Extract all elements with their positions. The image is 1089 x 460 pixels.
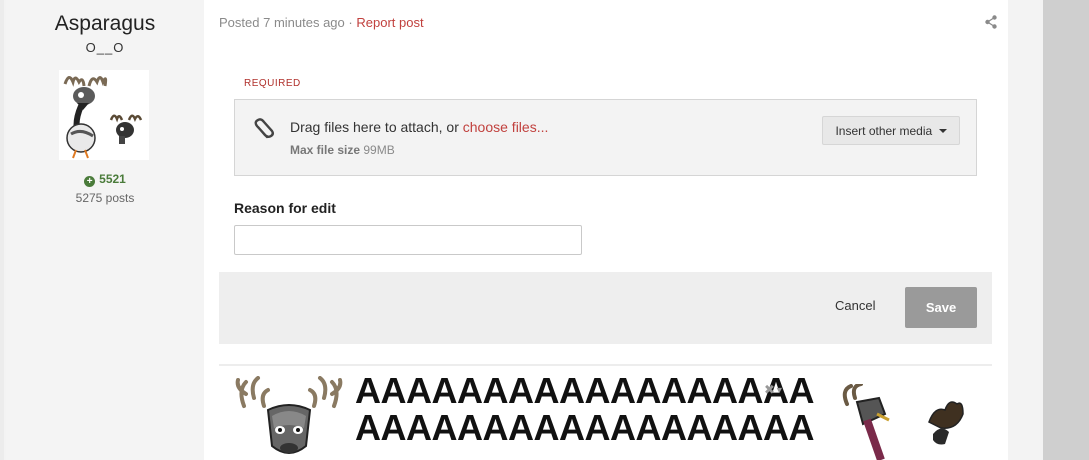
post-meta: Posted 7 minutes ago · Report post xyxy=(219,15,424,30)
avatar[interactable] xyxy=(59,70,149,160)
reason-for-edit-label: Reason for edit xyxy=(234,200,336,216)
max-size-value: 99MB xyxy=(363,143,395,157)
attach-text: Drag files here to attach, or xyxy=(290,119,463,135)
reputation-count: 5521 xyxy=(99,172,126,186)
author-panel: Asparagus O__O +5521 5275 posts xyxy=(6,0,204,460)
signature-line-1: AAAAAAAAAAAAAAAAAA xyxy=(355,372,814,411)
author-title: O__O xyxy=(85,40,125,55)
insert-other-media-button[interactable]: Insert other media xyxy=(822,116,960,145)
share-icon[interactable] xyxy=(985,15,997,29)
page-right-gutter xyxy=(1043,0,1089,460)
cancel-button[interactable]: Cancel xyxy=(835,298,875,313)
signature: AAAAAAAAAAAAAAAAAA AAAAAAAAAAAAAAAAAA xyxy=(234,372,984,460)
posted-prefix: Posted xyxy=(219,15,260,30)
attachment-dropzone[interactable]: Drag files here to attach, or choose fil… xyxy=(234,99,977,176)
post-panel: Posted 7 minutes ago · Report post REQUI… xyxy=(204,0,1008,460)
signature-divider xyxy=(219,364,992,366)
close-icon: ✖ xyxy=(764,382,775,397)
author-name[interactable]: Asparagus xyxy=(6,12,204,36)
insert-media-label: Insert other media xyxy=(835,123,933,138)
attach-instructions: Drag files here to attach, or choose fil… xyxy=(290,119,548,135)
posted-time[interactable]: 7 minutes ago xyxy=(263,15,345,30)
paperclip-icon xyxy=(254,118,274,139)
signature-moose-head-image xyxy=(235,376,343,454)
required-label: REQUIRED xyxy=(244,78,301,89)
chevron-down-icon: ▼ xyxy=(774,385,784,395)
report-post-link[interactable]: Report post xyxy=(356,15,423,30)
signature-options[interactable]: ✖▼ xyxy=(764,382,784,398)
reason-for-edit-input[interactable] xyxy=(234,225,582,255)
choose-files-link[interactable]: choose files... xyxy=(463,119,549,135)
page-left-strip xyxy=(0,0,4,460)
form-actions-bar: Cancel Save xyxy=(219,272,992,344)
plus-circle-icon: + xyxy=(84,176,96,187)
avatar-moose-goose-image xyxy=(63,76,143,159)
save-button[interactable]: Save xyxy=(905,287,977,328)
post-count: 5275 posts xyxy=(75,191,135,205)
max-file-size: Max file size 99MB xyxy=(290,143,395,157)
signature-text: AAAAAAAAAAAAAAAAAA AAAAAAAAAAAAAAAAAA xyxy=(355,372,814,446)
meta-separator: · xyxy=(348,15,353,30)
caret-down-icon xyxy=(938,128,947,133)
signature-moose-dive-image xyxy=(842,384,964,460)
max-size-label: Max file size xyxy=(290,143,361,157)
reputation-badge[interactable]: +5521 xyxy=(6,172,204,187)
signature-line-2: AAAAAAAAAAAAAAAAAA xyxy=(355,407,814,448)
